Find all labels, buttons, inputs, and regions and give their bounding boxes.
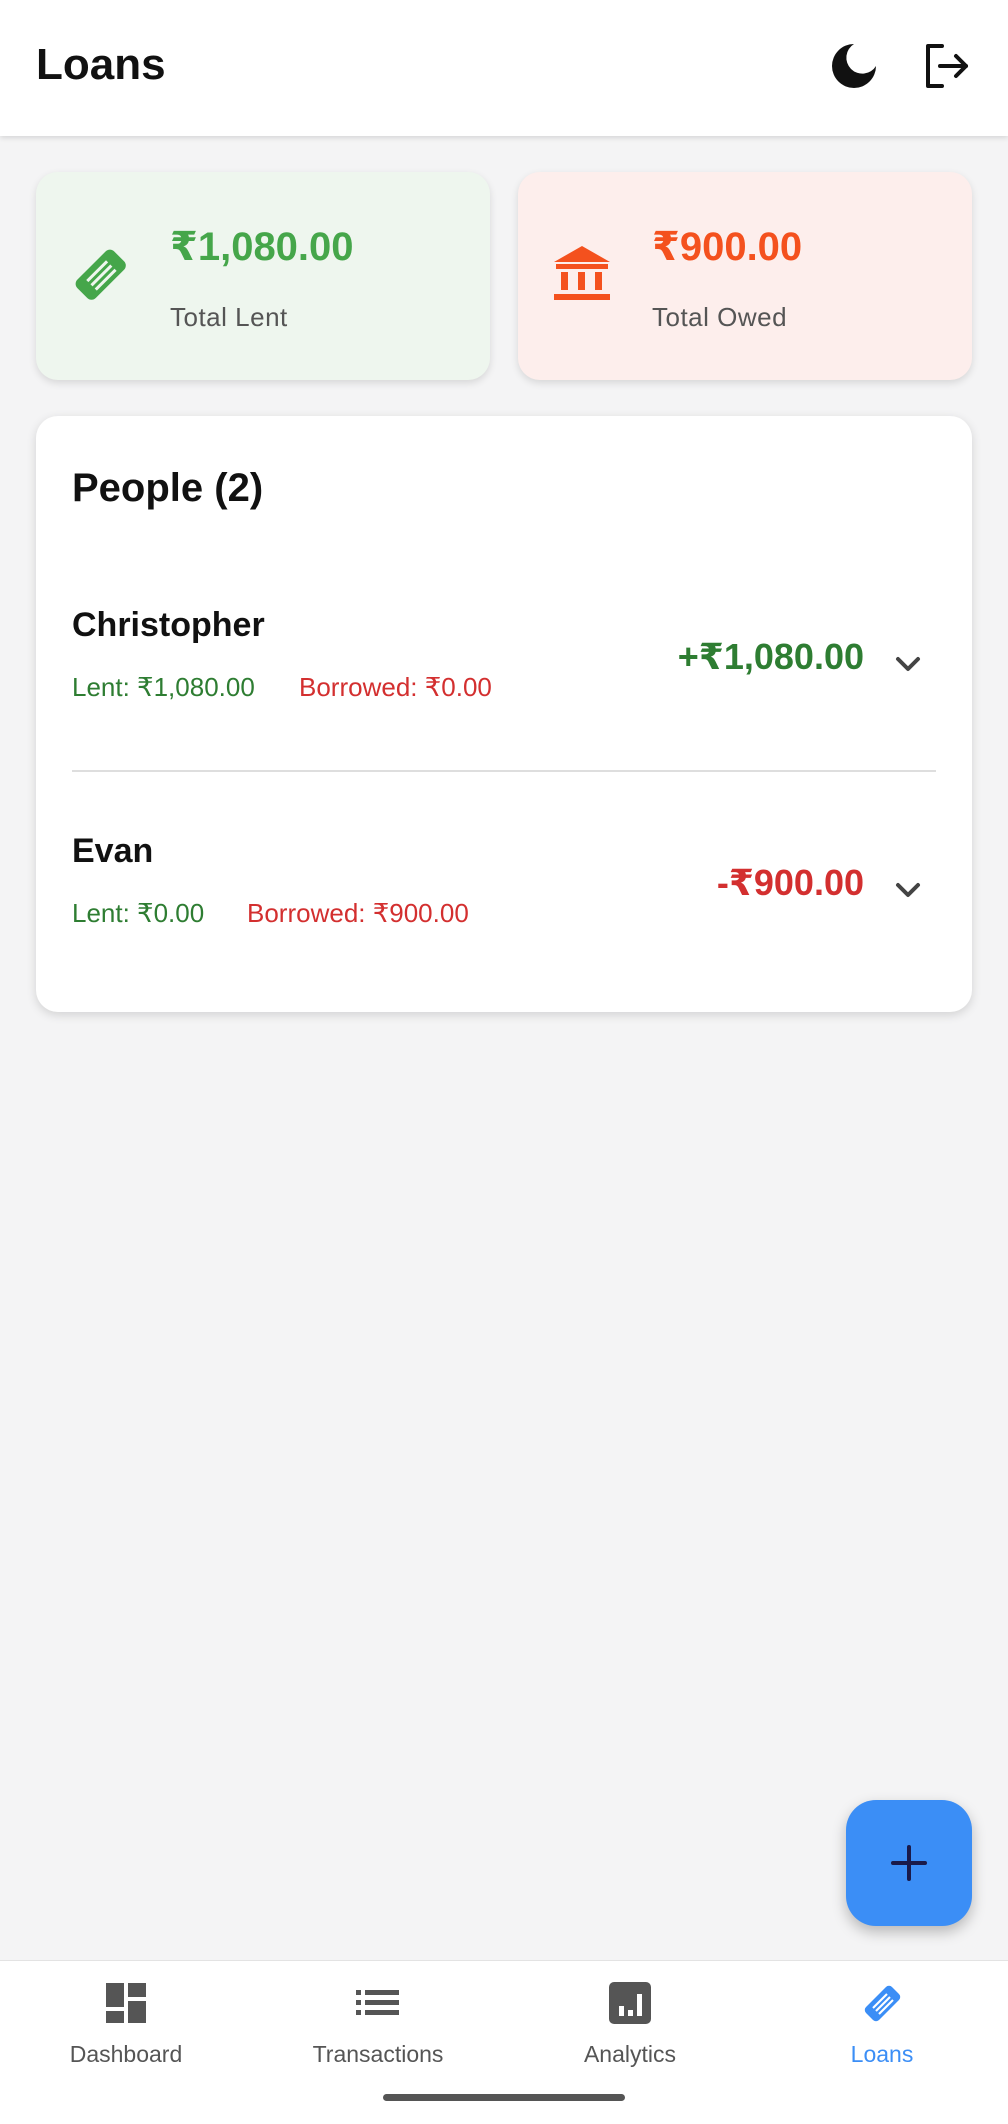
- total-owed-amount: ₹900.00: [652, 225, 803, 269]
- chevron-down-icon[interactable]: [888, 644, 928, 684]
- analytics-icon: [609, 1982, 651, 2024]
- handshake-icon: [864, 1985, 901, 2022]
- nav-label: Loans: [850, 2041, 914, 2067]
- people-heading: People (2): [72, 466, 264, 510]
- people-card: People (2) Christopher Lent: ₹1,080.00 B…: [36, 416, 972, 1012]
- list-icon: [356, 1990, 399, 2015]
- add-loan-button[interactable]: [846, 1800, 972, 1926]
- bank-icon: [554, 246, 610, 300]
- page-title: Loans: [36, 40, 166, 89]
- handshake-icon: [75, 249, 126, 300]
- person-row-evan[interactable]: Evan Lent: ₹0.00 Borrowed: ₹900.00 -₹900…: [72, 832, 936, 982]
- app-bar: Loans: [0, 0, 1008, 136]
- nav-transactions[interactable]: Transactions: [252, 1979, 504, 2089]
- person-balance: +₹1,080.00: [677, 636, 864, 677]
- person-lent: Lent: ₹1,080.00: [72, 672, 255, 702]
- chevron-down-icon[interactable]: [888, 870, 928, 910]
- total-lent-amount: ₹1,080.00: [170, 225, 354, 269]
- home-indicator: [383, 2094, 625, 2101]
- total-lent-label: Total Lent: [170, 302, 288, 332]
- divider: [72, 770, 936, 772]
- plus-icon: [891, 1845, 927, 1881]
- dashboard-icon: [106, 1983, 146, 2023]
- total-lent-card: ₹1,080.00 Total Lent: [36, 172, 490, 380]
- nav-dashboard[interactable]: Dashboard: [0, 1979, 252, 2089]
- nav-label: Dashboard: [69, 2041, 183, 2067]
- nav-analytics[interactable]: Analytics: [504, 1979, 756, 2089]
- person-balance: -₹900.00: [716, 862, 864, 903]
- nav-label: Analytics: [583, 2041, 677, 2067]
- moon-icon[interactable]: [828, 40, 880, 92]
- nav-loans[interactable]: Loans: [756, 1979, 1008, 2089]
- person-row-christopher[interactable]: Christopher Lent: ₹1,080.00 Borrowed: ₹0…: [72, 606, 936, 756]
- person-borrowed: Borrowed: ₹900.00: [247, 898, 469, 928]
- logout-icon[interactable]: [918, 38, 974, 94]
- person-name: Christopher: [72, 606, 265, 644]
- nav-label: Transactions: [312, 2041, 444, 2067]
- total-owed-card: ₹900.00 Total Owed: [518, 172, 972, 380]
- total-owed-label: Total Owed: [652, 302, 788, 332]
- person-name: Evan: [72, 832, 154, 870]
- person-borrowed: Borrowed: ₹0.00: [299, 672, 492, 702]
- person-lent: Lent: ₹0.00: [72, 898, 205, 928]
